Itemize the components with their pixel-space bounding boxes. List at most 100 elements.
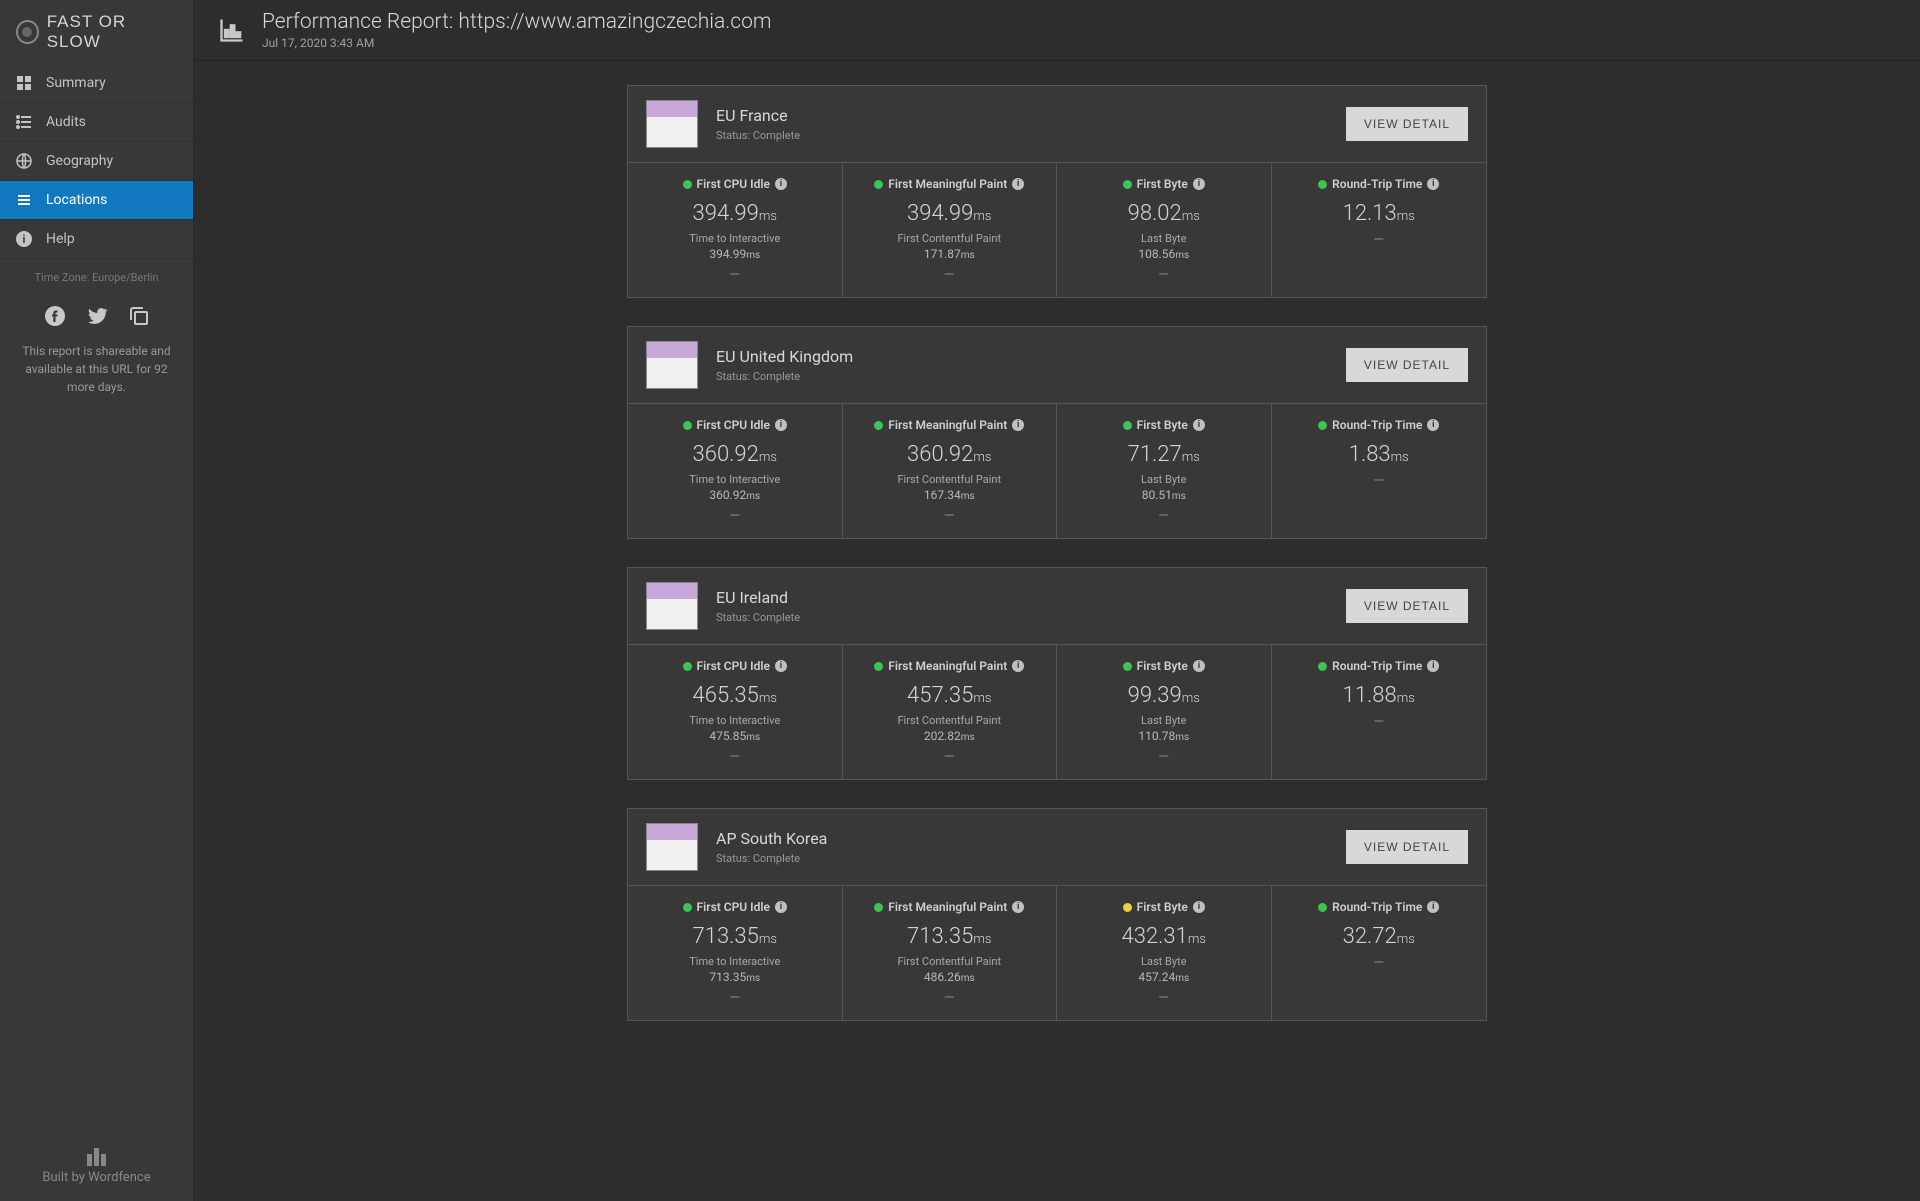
twitter-icon[interactable] <box>85 304 109 328</box>
list-icon <box>16 114 32 130</box>
metric-dash: — <box>851 508 1049 524</box>
metric-subvalue: 713.35ms <box>636 970 834 984</box>
copy-icon[interactable] <box>127 304 151 328</box>
nav-label: Locations <box>46 192 107 208</box>
info-icon[interactable]: i <box>775 178 787 190</box>
info-icon: i <box>16 231 32 247</box>
metric-dash: — <box>636 749 834 765</box>
share-text: This report is shareable and available a… <box>0 336 193 402</box>
metric-dash: — <box>1065 749 1263 765</box>
metric-sublabel: Time to Interactive <box>636 232 834 245</box>
nav-item-summary[interactable]: Summary <box>0 64 193 103</box>
nav-item-help[interactable]: i Help <box>0 220 193 259</box>
metric-cell: Round-Trip Time i 12.13ms— <box>1272 163 1487 297</box>
info-icon[interactable]: i <box>1427 419 1439 431</box>
metric-sublabel: First Contentful Paint <box>851 714 1049 727</box>
main: Performance Report: https://www.amazingc… <box>194 0 1920 1201</box>
info-icon[interactable]: i <box>1012 178 1024 190</box>
location-name: AP South Korea <box>716 829 1328 848</box>
location-name: EU France <box>716 106 1328 125</box>
nav-label: Help <box>46 231 75 247</box>
metric-subvalue: 110.78ms <box>1065 729 1263 743</box>
metric-cell: First Meaningful Paint i 457.35msFirst C… <box>843 645 1058 779</box>
metric-value: 394.99ms <box>851 201 1049 226</box>
content-scroll[interactable]: EU France Status: Complete VIEW DETAIL F… <box>194 61 1920 1201</box>
metric-cell: First Meaningful Paint i 360.92msFirst C… <box>843 404 1058 538</box>
metric-label: First CPU Idle i <box>636 900 834 914</box>
status-dot <box>683 421 692 430</box>
nav-item-audits[interactable]: Audits <box>0 103 193 142</box>
info-icon[interactable]: i <box>775 901 787 913</box>
location-status: Status: Complete <box>716 129 1328 142</box>
metric-sublabel: First Contentful Paint <box>851 955 1049 968</box>
metric-subvalue: 80.51ms <box>1065 488 1263 502</box>
lines-icon <box>16 192 32 208</box>
card-header: EU France Status: Complete VIEW DETAIL <box>628 86 1486 163</box>
metric-label: First CPU Idle i <box>636 418 834 432</box>
logo[interactable]: FAST OR SLOW <box>0 0 193 64</box>
metric-dash: — <box>851 990 1049 1006</box>
site-thumbnail <box>646 341 698 389</box>
location-status: Status: Complete <box>716 611 1328 624</box>
view-detail-button[interactable]: VIEW DETAIL <box>1346 348 1468 382</box>
status-dot <box>683 903 692 912</box>
info-icon[interactable]: i <box>1193 901 1205 913</box>
status-dot <box>1123 180 1132 189</box>
metric-label: First CPU Idle i <box>636 177 834 191</box>
metric-value: 457.35ms <box>851 683 1049 708</box>
logo-icon <box>16 20 39 44</box>
timezone-text: Time Zone: Europe/Berlin <box>0 259 193 296</box>
metric-label: First Byte i <box>1065 418 1263 432</box>
nav-item-locations[interactable]: Locations <box>0 181 193 220</box>
metric-label: First CPU Idle i <box>636 659 834 673</box>
metric-cell: First Byte i 98.02msLast Byte 108.56ms— <box>1057 163 1272 297</box>
metric-value: 394.99ms <box>636 201 834 226</box>
metric-dash: — <box>1280 955 1479 971</box>
metric-label: Round-Trip Time i <box>1280 659 1479 673</box>
status-dot <box>874 421 883 430</box>
metric-value: 11.88ms <box>1280 683 1479 708</box>
metrics-row: First CPU Idle i 713.35ms Time to Interac… <box>628 886 1486 1020</box>
logo-text: FAST OR SLOW <box>47 12 177 52</box>
view-detail-button[interactable]: VIEW DETAIL <box>1346 589 1468 623</box>
info-icon[interactable]: i <box>1193 419 1205 431</box>
info-icon[interactable]: i <box>1193 660 1205 672</box>
built-by[interactable]: Built by Wordfence <box>0 1132 193 1201</box>
metric-cell: First Meaningful Paint i 394.99msFirst C… <box>843 163 1058 297</box>
metric-cell: Round-Trip Time i 11.88ms— <box>1272 645 1487 779</box>
svg-text:i: i <box>23 233 26 246</box>
metric-label: Round-Trip Time i <box>1280 177 1479 191</box>
info-icon[interactable]: i <box>1193 178 1205 190</box>
metric-cell: First Meaningful Paint i 713.35msFirst C… <box>843 886 1058 1020</box>
info-icon[interactable]: i <box>1427 901 1439 913</box>
metric-subvalue: 486.26ms <box>851 970 1049 984</box>
view-detail-button[interactable]: VIEW DETAIL <box>1346 830 1468 864</box>
location-card: EU Ireland Status: Complete VIEW DETAIL … <box>627 567 1487 780</box>
status-dot <box>1123 421 1132 430</box>
info-icon[interactable]: i <box>775 660 787 672</box>
metric-value: 71.27ms <box>1065 442 1263 467</box>
view-detail-button[interactable]: VIEW DETAIL <box>1346 107 1468 141</box>
info-icon[interactable]: i <box>1012 901 1024 913</box>
status-dot <box>874 662 883 671</box>
status-dot <box>1318 421 1327 430</box>
metric-sublabel: Last Byte <box>1065 473 1263 486</box>
metric-sublabel: Time to Interactive <box>636 955 834 968</box>
metric-sublabel: First Contentful Paint <box>851 232 1049 245</box>
metric-cell: First Byte i 432.31msLast Byte 457.24ms— <box>1057 886 1272 1020</box>
location-card: EU United Kingdom Status: Complete VIEW … <box>627 326 1487 539</box>
metric-label: Round-Trip Time i <box>1280 418 1479 432</box>
info-icon[interactable]: i <box>1012 660 1024 672</box>
status-dot <box>874 903 883 912</box>
nav-item-geography[interactable]: Geography <box>0 142 193 181</box>
info-icon[interactable]: i <box>1427 660 1439 672</box>
metric-label: First Meaningful Paint i <box>851 418 1049 432</box>
card-header: EU Ireland Status: Complete VIEW DETAIL <box>628 568 1486 645</box>
info-icon[interactable]: i <box>775 419 787 431</box>
metric-dash: — <box>1065 267 1263 283</box>
info-icon[interactable]: i <box>1427 178 1439 190</box>
metric-dash: — <box>636 990 834 1006</box>
info-icon[interactable]: i <box>1012 419 1024 431</box>
facebook-icon[interactable] <box>43 304 67 328</box>
metric-label: First Byte i <box>1065 900 1263 914</box>
